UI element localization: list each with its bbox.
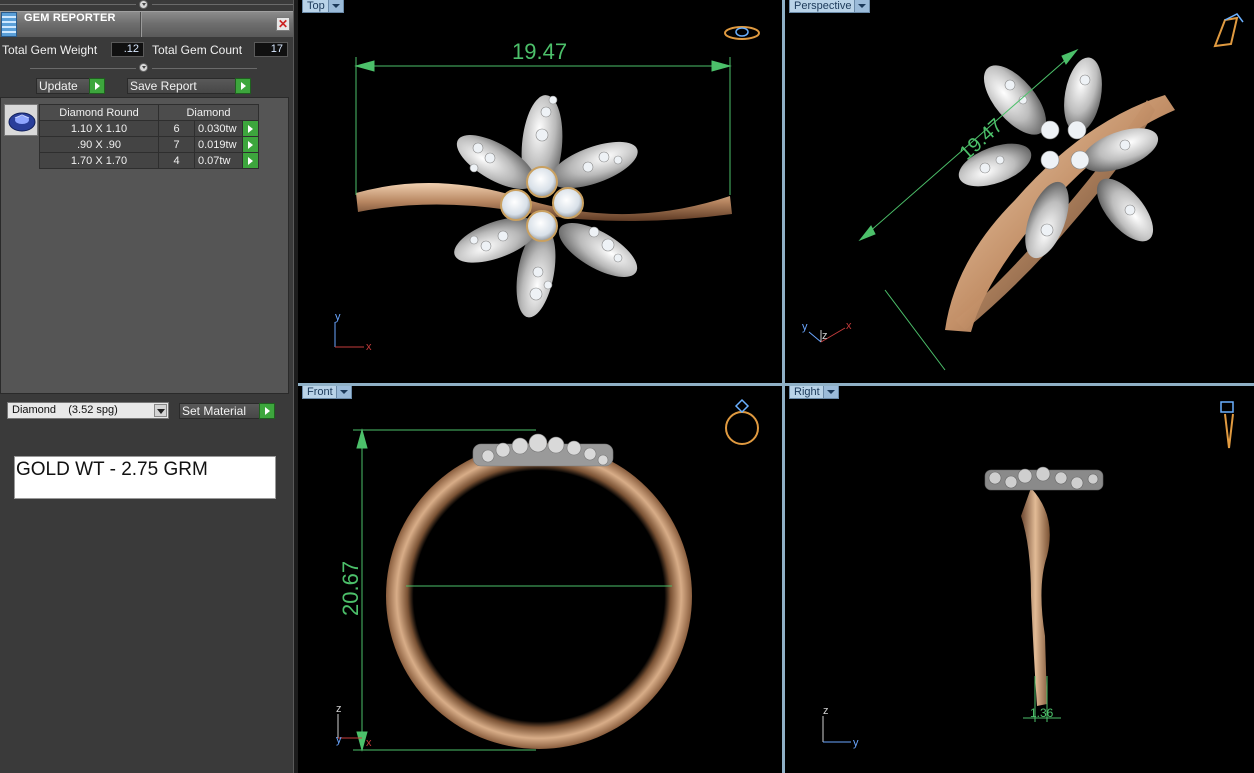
axis-z-label: z [823,705,829,717]
viewport-label: Right [794,386,820,398]
column-header: Diamond Round [39,104,159,121]
gem-weight: 0.019tw [194,136,243,153]
collapse-handle[interactable] [139,63,148,72]
play-icon [259,403,275,419]
collapse-handle[interactable] [139,0,148,9]
viewport-label: Perspective [794,0,852,12]
tab-perspective[interactable]: Perspective [789,0,871,13]
axis-gizmo: y x [334,311,372,353]
total-gem-count-label: Total Gem Count [152,43,243,57]
table-header-row: Diamond Round Diamond [39,104,259,121]
right-view-render: 1.36 z y [822,401,1234,749]
gem-table: Diamond Round Diamond 1.10 X 1.10 6 0.03… [39,104,259,169]
gem-size: 1.10 X 1.10 [39,120,159,137]
divider [152,68,257,69]
axis-gizmo: y z x [802,320,852,343]
material-select[interactable]: Diamond (3.52 spg) [7,402,169,419]
top-view-render: 19.47 y x [334,26,760,353]
row-go-icon[interactable] [242,136,259,153]
divider [30,68,136,69]
axis-x-label: x [366,737,372,749]
viewport-label: Top [307,0,325,12]
viewport-front[interactable]: 20.67 z y x Front [298,386,782,773]
view-ring-icon [724,26,760,40]
axis-y-label: y [853,737,859,749]
right-dimension-label: 1.36 [1030,706,1054,720]
table-row[interactable]: .90 X .90 7 0.019tw [39,136,259,153]
total-gem-count-value: 17 [254,42,288,57]
gem-size: .90 X .90 [39,136,159,153]
axis-gizmo: z y x [336,703,372,749]
gem-size: 1.70 X 1.70 [39,152,159,169]
save-report-button[interactable]: Save Report [127,78,251,94]
axis-x-label: x [846,320,852,332]
tab-right[interactable]: Right [789,386,839,399]
gem-count: 6 [158,120,195,137]
gem-reporter-icon [1,12,17,37]
update-button[interactable]: Update [36,78,105,94]
axis-x-label: x [366,341,372,353]
row-go-icon[interactable] [242,120,259,137]
divider [0,4,136,5]
perspective-view-render: 19.47 y z x [802,13,1244,371]
axis-gizmo: z y [822,705,859,749]
axis-y-label: y [336,734,342,746]
set-material-button-label: Set Material [182,404,247,418]
axis-z-label: z [822,330,828,342]
gold-weight-note: GOLD WT - 2.75 GRM [14,456,276,499]
top-stones [984,466,1104,491]
gem-reporter-panel: GEM REPORTER ✕ Total Gem Weight .12 Tota… [0,0,295,773]
panel-title: GEM REPORTER [24,12,116,24]
save-report-button-label: Save Report [130,79,197,93]
axis-z-label: z [336,703,342,715]
gem-weight: 0.07tw [194,152,243,169]
tab-top[interactable]: Top [302,0,344,13]
front-dimension-label: 20.67 [338,561,363,616]
update-button-label: Update [39,79,78,93]
viewport-perspective[interactable]: 19.47 y z x Perspective [785,0,1254,383]
divider [152,4,293,5]
total-gem-weight-label: Total Gem Weight [2,43,98,57]
top-stones [472,433,614,467]
tab-front[interactable]: Front [302,386,352,399]
view-ring-icon [1220,401,1234,449]
view-ring-icon [725,398,759,445]
column-header: Diamond [158,104,259,121]
axis-y-label: y [335,311,341,323]
titlebar-divider [140,12,142,37]
axis-y-label: y [802,321,808,333]
chevron-down-icon[interactable] [154,404,167,417]
viewport-right[interactable]: 1.36 z y Right [785,386,1254,773]
gem-count: 4 [158,152,195,169]
top-dimension-label: 19.47 [512,39,567,64]
viewport-top[interactable]: 19.47 y x Top [298,0,782,383]
viewport-label: Front [307,386,333,398]
gem-weight: 0.030tw [194,120,243,137]
table-row[interactable]: 1.70 X 1.70 4 0.07tw [39,152,259,169]
material-select-value: Diamond (3.52 spg) [12,404,118,416]
panel-titlebar[interactable]: GEM REPORTER ✕ [0,11,293,37]
row-go-icon[interactable] [242,152,259,169]
front-view-render: 20.67 z y x [336,398,759,752]
close-icon[interactable]: ✕ [276,17,290,31]
play-icon [89,78,105,94]
view-ring-icon [1213,13,1244,48]
table-row[interactable]: 1.10 X 1.10 6 0.030tw [39,120,259,137]
gem-thumbnail-icon[interactable] [4,104,38,136]
matrix-app: GEM REPORTER ✕ Total Gem Weight .12 Tota… [0,0,1254,773]
gem-count: 7 [158,136,195,153]
set-material-button[interactable]: Set Material [179,403,275,419]
total-gem-weight-value: .12 [111,42,144,57]
play-icon [235,78,251,94]
